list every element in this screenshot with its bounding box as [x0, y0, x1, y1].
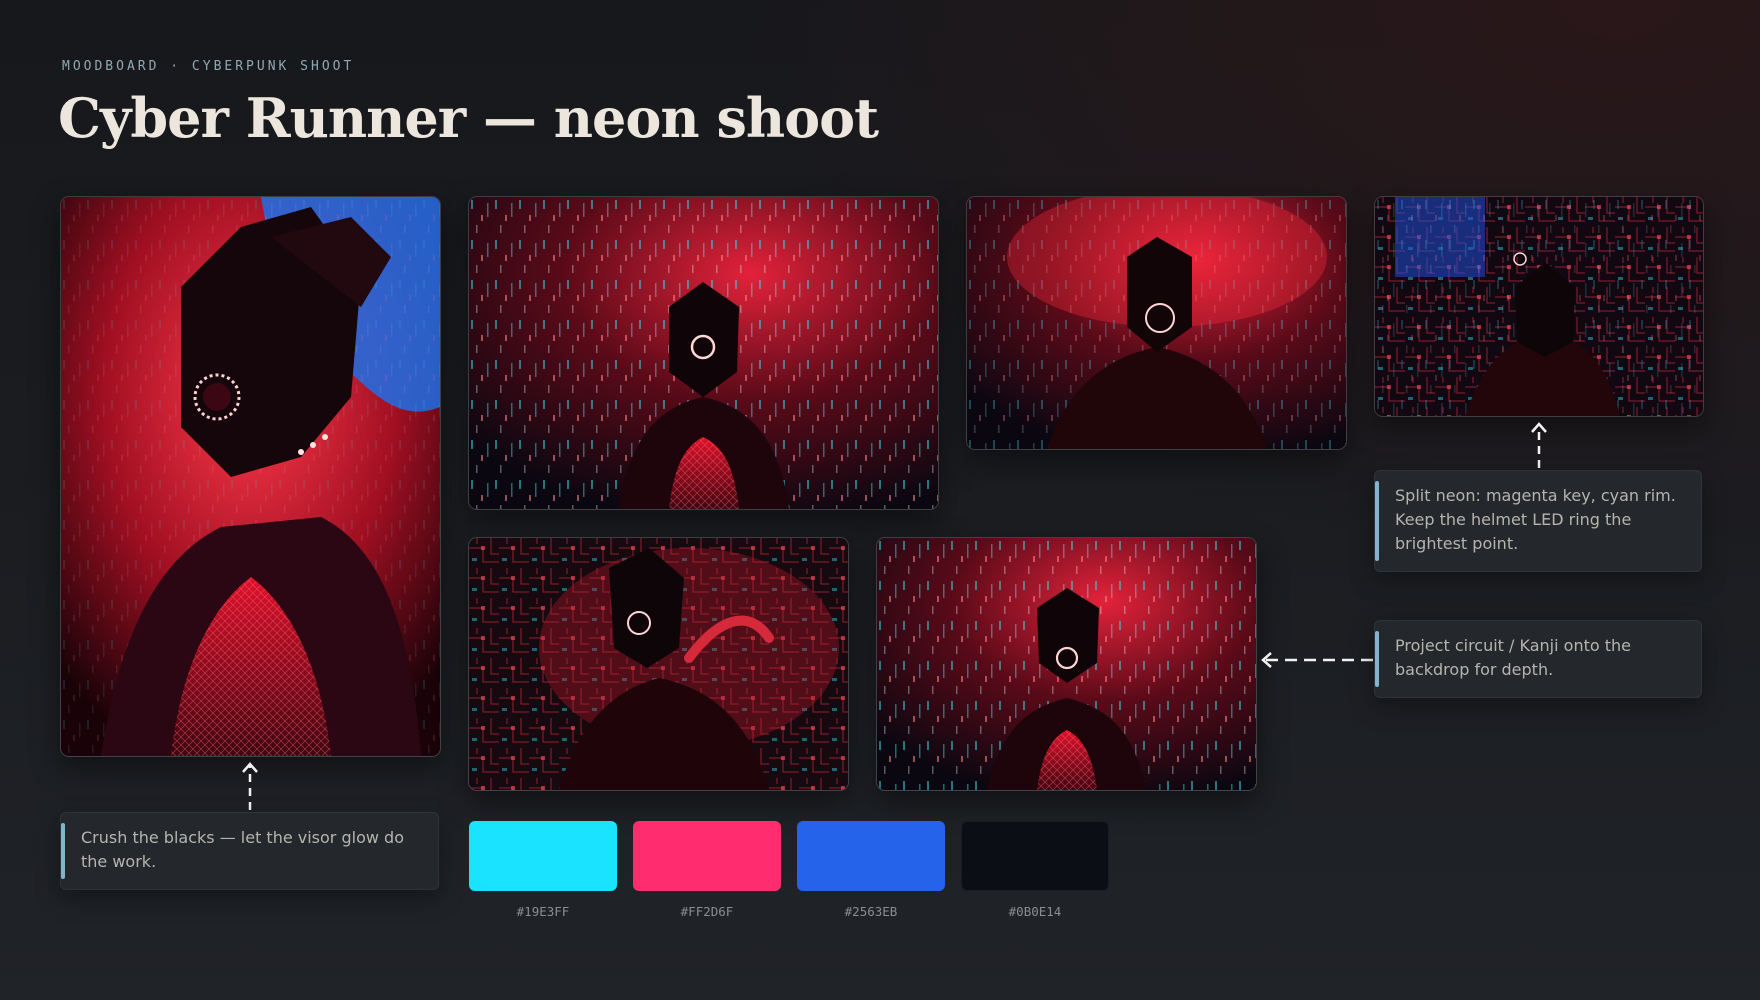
swatch-label-magenta: #FF2D6F: [680, 904, 734, 919]
swatch-black[interactable]: [961, 821, 1109, 891]
photo-circuit-city: [1374, 196, 1704, 417]
photo-tall-portrait: [60, 196, 441, 757]
photo-circuit-pose: [468, 537, 849, 791]
note-accent-bar: [1375, 631, 1379, 687]
arrow-up-icon: [1531, 422, 1547, 433]
swatch-blue[interactable]: [797, 821, 945, 891]
note-accent-bar: [61, 823, 65, 879]
note-text: Project circuit / Kanji onto the backdro…: [1395, 636, 1631, 679]
moodboard-eyebrow: MOODBOARD · CYBERPUNK SHOOT: [62, 59, 355, 74]
note-crush-blacks: Crush the blacks — let the visor glow do…: [60, 812, 439, 890]
photo-kanji-rain-2: [876, 537, 1257, 791]
photo-kanji-rain: [468, 196, 939, 510]
swatch-label-cyan: #19E3FF: [516, 904, 570, 919]
note-text: Split neon: magenta key, cyan rim. Keep …: [1395, 486, 1676, 553]
note-projection: Project circuit / Kanji onto the backdro…: [1374, 620, 1702, 698]
note-text: Crush the blacks — let the visor glow do…: [81, 828, 404, 871]
swatch-magenta[interactable]: [633, 821, 781, 891]
note-split-neon: Split neon: magenta key, cyan rim. Keep …: [1374, 470, 1702, 572]
page-title: Cyber Runner — neon shoot: [58, 86, 879, 150]
swatch-cyan[interactable]: [469, 821, 617, 891]
connector-arrow-portrait: [242, 762, 258, 810]
connector-arrow-projection: [1261, 652, 1373, 668]
swatch-label-blue: #2563EB: [844, 904, 898, 919]
note-accent-bar: [1375, 481, 1379, 561]
photo-red-haze: [966, 196, 1347, 450]
connector-arrow-circuit-city: [1531, 422, 1547, 468]
swatch-label-black: #0B0E14: [1008, 904, 1062, 919]
